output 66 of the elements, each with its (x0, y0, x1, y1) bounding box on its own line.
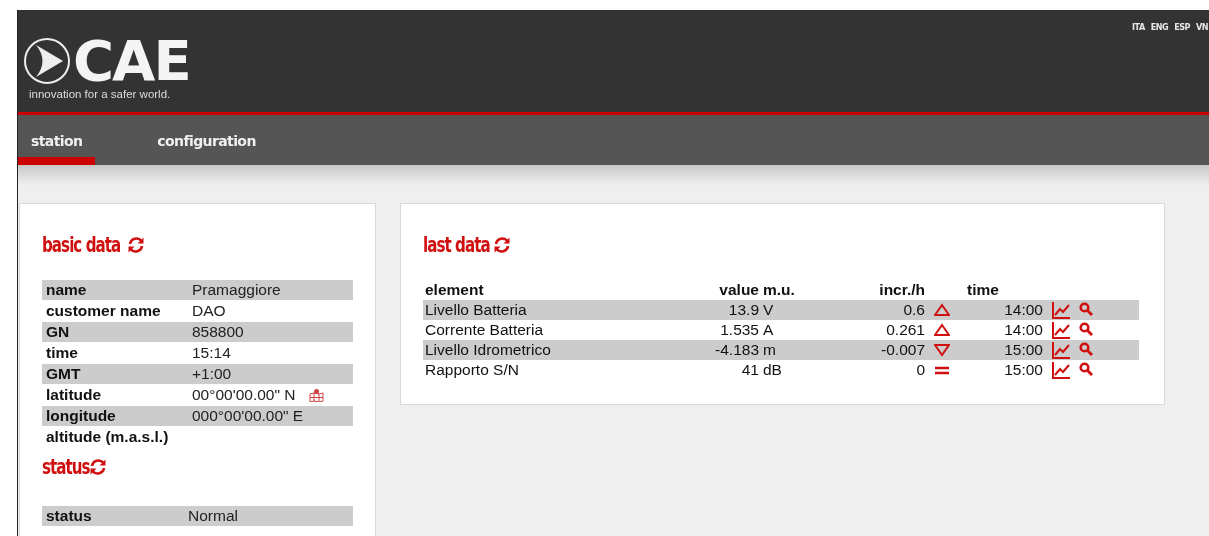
field-label: GMT (46, 365, 82, 383)
field-label: customer name (46, 302, 162, 320)
nav-tab[interactable]: configuration (143, 115, 268, 165)
table-cell-text: V (762, 301, 775, 319)
logo-text: CAE (73, 36, 190, 86)
language-link[interactable]: ESP (1174, 22, 1190, 32)
table-cell-text: A (762, 321, 775, 339)
section-title: status (42, 455, 90, 479)
table-cell-text: 0.261 (885, 321, 925, 339)
chart-icon[interactable] (1051, 361, 1071, 379)
search-icon[interactable] (1079, 322, 1093, 338)
table-cell-text: 0 (915, 361, 925, 379)
table-cell-text: -0.007 (880, 341, 925, 359)
search-icon[interactable] (1079, 302, 1093, 318)
column-header: time (966, 281, 999, 299)
language-link[interactable]: ITA (1132, 22, 1145, 32)
field-value: Pramaggiore (192, 281, 281, 299)
table-cell-text: Livello Batteria (424, 301, 528, 319)
table-cell-text: 15:00 (1003, 361, 1043, 379)
table-cell-text: 1.535 (719, 321, 759, 339)
chart-icon[interactable] (1051, 321, 1071, 339)
field-label: altitude (m.a.s.l.) (46, 428, 170, 446)
table-cell-text: 14:00 (1003, 301, 1043, 319)
field-value: Normal (188, 507, 238, 525)
logo-emblem-icon (23, 37, 71, 85)
field-value: DAO (192, 302, 226, 320)
table-cell-text: 41 (740, 361, 759, 379)
table-cell-text: 15:00 (1003, 341, 1043, 359)
section-title: basic data (42, 233, 121, 257)
column-header: incr./h (878, 281, 925, 299)
field-label: longitude (46, 407, 117, 425)
trend-up-icon (934, 303, 950, 317)
column-header: element (424, 281, 485, 299)
field-label: status (46, 507, 93, 525)
trend-down-icon (934, 343, 950, 357)
search-icon[interactable] (1079, 342, 1093, 358)
refresh-icon[interactable] (492, 235, 513, 255)
field-value: +1:00 (192, 365, 232, 383)
table-cell-text: dB (762, 361, 783, 379)
field-label: name (46, 281, 88, 299)
chart-icon[interactable] (1051, 341, 1071, 359)
field-value: 000°00'00.00" E (192, 407, 304, 425)
table-cell-text: Corrente Batteria (424, 321, 545, 339)
trend-up-icon (934, 323, 950, 337)
field-value: 858800 (192, 323, 244, 341)
field-label: latitude (46, 386, 103, 404)
section-title: last data (423, 233, 490, 257)
table-cell-text: 13.9 (727, 301, 759, 319)
table-cell-text: m (762, 341, 777, 359)
field-label: time (46, 344, 79, 362)
language-link[interactable]: ENG (1150, 22, 1169, 32)
column-header: m.u. (762, 281, 796, 299)
column-header: value (718, 281, 759, 299)
field-value: 15:14 (192, 344, 231, 362)
table-cell-text: Livello Idrometrico (424, 341, 552, 359)
table-cell-text: 0.6 (902, 301, 925, 319)
map-pin-icon[interactable] (309, 388, 325, 402)
chart-icon[interactable] (1051, 301, 1071, 319)
field-value: 00°00'00.00" N (192, 386, 296, 404)
table-cell-text: Rapporto S/N (424, 361, 520, 379)
table-cell-text: -4.183 (714, 341, 759, 359)
table-cell-text: 14:00 (1003, 321, 1043, 339)
search-icon[interactable] (1079, 362, 1093, 378)
logo-tagline: innovation for a safer world. (28, 88, 172, 100)
field-label: GN (46, 323, 71, 341)
language-link[interactable]: VN (1195, 22, 1208, 32)
